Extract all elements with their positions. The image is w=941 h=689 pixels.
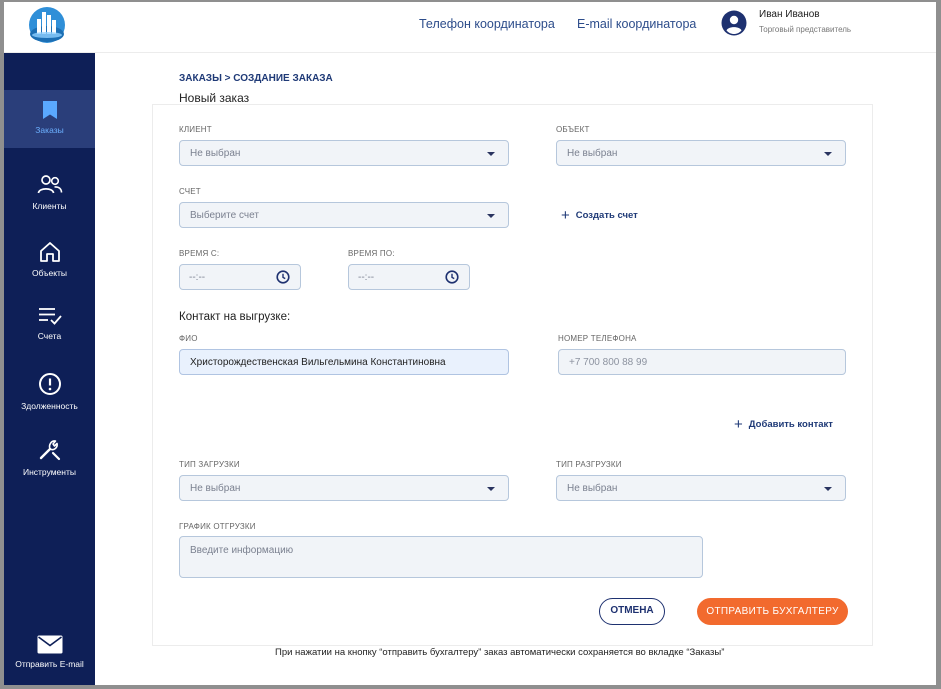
sidebar-item-label: Инструменты: [22, 467, 76, 477]
account-label: СЧЕТ: [179, 187, 201, 196]
phone-placeholder: +7 700 800 88 99: [569, 357, 648, 368]
sidebar: Заказы Клиенты Объекты Счета Здолженност…: [4, 53, 95, 685]
create-account-button[interactable]: + Создать счет: [561, 207, 638, 224]
list-check-icon: [38, 308, 62, 325]
load-type-label: ТИП ЗАГРУЗКИ: [179, 460, 240, 469]
chevron-down-icon: [487, 214, 495, 218]
sidebar-item-label: Клиенты: [32, 201, 67, 211]
time-to-value: --:--: [358, 272, 375, 283]
contact-section-title: Контакт на выгрузке:: [179, 311, 291, 323]
home-icon: [39, 242, 60, 262]
unload-type-label: ТИП РАЗГРУЗКИ: [556, 460, 622, 469]
time-from-value: --:--: [189, 272, 206, 283]
chevron-down-icon: [487, 487, 495, 491]
sidebar-item-clients[interactable]: Клиенты: [4, 174, 95, 232]
users-icon: [37, 175, 62, 194]
chevron-down-icon: [824, 487, 832, 491]
user-role: Торговый представитель: [759, 25, 852, 34]
clock-icon[interactable]: [276, 270, 290, 284]
fio-label: ФИО: [179, 334, 198, 343]
alert-circle-icon: [38, 373, 61, 395]
client-label: КЛИЕНТ: [179, 125, 212, 134]
account-select[interactable]: Выберите счет: [179, 202, 509, 228]
sidebar-item-debt[interactable]: Здолженность: [4, 372, 95, 430]
phone-input[interactable]: +7 700 800 88 99: [558, 349, 846, 375]
client-select-value: Не выбран: [190, 148, 241, 159]
create-account-label: Создать счет: [575, 210, 638, 221]
sidebar-item-orders[interactable]: Заказы: [4, 90, 95, 148]
time-from-label: ВРЕМЯ С:: [179, 249, 220, 258]
load-type-value: Не выбран: [190, 483, 241, 494]
cancel-button[interactable]: ОТМЕНА: [599, 598, 665, 625]
top-header: Телефон координатора E-mail координатора…: [4, 2, 936, 53]
sidebar-item-label: Заказы: [35, 125, 64, 135]
add-contact-label: Добавить контакт: [748, 419, 833, 430]
clock-icon[interactable]: [445, 270, 459, 284]
schedule-label: ГРАФИК ОТГРУЗКИ: [179, 522, 256, 531]
sidebar-send-email-label: Отправить E-mail: [15, 659, 84, 669]
plus-icon: +: [734, 416, 743, 433]
chevron-down-icon: [824, 152, 832, 156]
page-title: Новый заказ: [179, 91, 250, 105]
object-label: ОБЪЕКТ: [556, 125, 590, 134]
plus-icon: +: [561, 207, 570, 224]
coordinator-email-link[interactable]: E-mail координатора: [577, 17, 696, 31]
user-avatar-icon[interactable]: [721, 10, 747, 36]
fio-value: Христорождественская Вильгельмина Конста…: [190, 357, 446, 368]
bookmark-icon: [42, 101, 57, 119]
tools-icon: [39, 440, 60, 461]
phone-label: НОМЕР ТЕЛЕФОНА: [558, 334, 637, 343]
schedule-textarea[interactable]: Введите информацию: [179, 536, 703, 578]
breadcrumb: ЗАКАЗЫ > СОЗДАНИЕ ЗАКАЗА: [179, 73, 333, 84]
schedule-placeholder: Введите информацию: [190, 545, 294, 556]
time-from-input[interactable]: --:--: [179, 264, 301, 290]
send-to-accountant-button[interactable]: ОТПРАВИТЬ БУХГАЛТЕРУ: [697, 598, 848, 625]
unload-type-value: Не выбран: [567, 483, 618, 494]
fio-input[interactable]: Христорождественская Вильгельмина Конста…: [179, 349, 509, 375]
chevron-down-icon: [487, 152, 495, 156]
sidebar-item-accounts[interactable]: Счета: [4, 306, 95, 364]
time-to-input[interactable]: --:--: [348, 264, 470, 290]
sidebar-item-label: Счета: [37, 331, 62, 341]
load-type-select[interactable]: Не выбран: [179, 475, 509, 501]
sidebar-item-objects[interactable]: Объекты: [4, 241, 95, 299]
add-contact-button[interactable]: + Добавить контакт: [734, 416, 833, 433]
app-window: Телефон координатора E-mail координатора…: [4, 2, 936, 685]
sidebar-item-tools[interactable]: Инструменты: [4, 438, 95, 496]
unload-type-select[interactable]: Не выбран: [556, 475, 846, 501]
object-select-value: Не выбран: [567, 148, 618, 159]
logo-icon: [29, 7, 65, 43]
client-select[interactable]: Не выбран: [179, 140, 509, 166]
sidebar-item-label: Здолженность: [21, 401, 78, 411]
sidebar-item-label: Объекты: [31, 268, 68, 278]
coordinator-phone-link[interactable]: Телефон координатора: [419, 17, 555, 31]
user-name: Иван Иванов: [759, 9, 820, 20]
footnote: При нажатии на кнопку “отправить бухгалт…: [275, 647, 725, 658]
object-select[interactable]: Не выбран: [556, 140, 846, 166]
account-select-value: Выберите счет: [190, 210, 259, 221]
mail-icon: [37, 635, 62, 654]
sidebar-send-email[interactable]: Отправить E-mail: [4, 635, 95, 679]
time-to-label: ВРЕМЯ ПО:: [348, 249, 395, 258]
